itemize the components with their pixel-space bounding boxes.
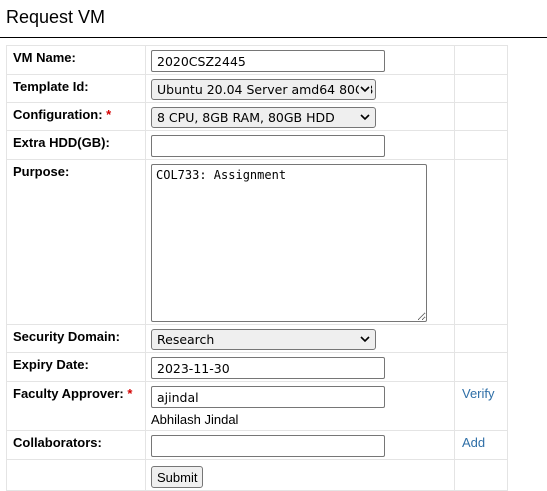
configuration-select[interactable]: 8 CPU, 8GB RAM, 80GB HDD	[151, 107, 376, 128]
template-id-cell: Ubuntu 20.04 Server amd64 80GB	[145, 74, 455, 103]
required-asterisk: *	[106, 107, 112, 122]
expiry-date-label: Expiry Date:	[6, 352, 146, 382]
template-id-action-cell	[454, 74, 508, 103]
row-purpose: Purpose: COL733: Assignment	[6, 159, 508, 325]
chevron-down-icon	[359, 81, 371, 98]
row-submit: Submit	[6, 459, 508, 491]
faculty-approver-cell: Abhilash Jindal	[145, 381, 455, 431]
security-domain-cell: Research	[145, 324, 455, 353]
security-domain-select[interactable]: Research	[151, 329, 376, 350]
collaborators-label: Collaborators:	[6, 430, 146, 460]
faculty-approver-input[interactable]	[151, 386, 385, 408]
faculty-approver-label: Faculty Approver: *	[6, 381, 146, 431]
purpose-cell: COL733: Assignment	[145, 159, 455, 325]
extra-hdd-input[interactable]	[151, 135, 385, 157]
template-id-selected-value: Ubuntu 20.04 Server amd64 80GB	[157, 82, 374, 97]
template-id-label: Template Id:	[6, 74, 146, 103]
vm-name-label: VM Name:	[6, 45, 146, 75]
expiry-date-input[interactable]	[151, 357, 385, 379]
faculty-approver-action-cell: Verify	[454, 381, 508, 431]
chevron-down-icon	[359, 331, 371, 348]
add-collaborator-link[interactable]: Add	[462, 435, 485, 450]
expiry-date-label-text: Expiry Date:	[13, 357, 89, 372]
row-collaborators: Collaborators: Add	[6, 430, 508, 460]
vm-name-action-cell	[454, 45, 508, 75]
configuration-action-cell	[454, 102, 508, 131]
vm-name-input[interactable]	[151, 50, 385, 72]
collaborators-label-text: Collaborators:	[13, 435, 102, 450]
faculty-approver-label-text: Faculty Approver:	[13, 386, 124, 401]
security-domain-action-cell	[454, 324, 508, 353]
purpose-label-text: Purpose:	[13, 164, 70, 179]
security-domain-selected-value: Research	[157, 332, 215, 347]
required-asterisk: *	[127, 386, 133, 401]
row-vm-name: VM Name:	[6, 45, 508, 75]
collaborators-input[interactable]	[151, 435, 385, 457]
collaborators-cell	[145, 430, 455, 460]
extra-hdd-cell	[145, 130, 455, 160]
row-configuration: Configuration: * 8 CPU, 8GB RAM, 80GB HD…	[6, 102, 508, 131]
submit-action-cell	[454, 459, 508, 491]
row-template-id: Template Id: Ubuntu 20.04 Server amd64 8…	[6, 74, 508, 103]
row-faculty-approver: Faculty Approver: * Abhilash Jindal Veri…	[6, 381, 508, 431]
extra-hdd-label: Extra HDD(GB):	[6, 130, 146, 160]
configuration-cell: 8 CPU, 8GB RAM, 80GB HDD	[145, 102, 455, 131]
submit-button[interactable]: Submit	[151, 466, 204, 488]
purpose-action-cell	[454, 159, 508, 325]
row-expiry-date: Expiry Date:	[6, 352, 508, 382]
extra-hdd-action-cell	[454, 130, 508, 160]
configuration-label: Configuration: *	[6, 102, 146, 131]
template-id-label-text: Template Id:	[13, 79, 89, 94]
approver-resolved-name: Abhilash Jindal	[151, 412, 239, 427]
configuration-label-text: Configuration:	[13, 107, 103, 122]
configuration-selected-value: 8 CPU, 8GB RAM, 80GB HDD	[157, 110, 335, 125]
expiry-date-action-cell	[454, 352, 508, 382]
chevron-down-icon	[359, 109, 371, 126]
row-security-domain: Security Domain: Research	[6, 324, 508, 353]
vm-name-label-text: VM Name:	[13, 50, 76, 65]
submit-cell: Submit	[145, 459, 455, 491]
template-id-select[interactable]: Ubuntu 20.04 Server amd64 80GB	[151, 79, 376, 100]
security-domain-label: Security Domain:	[6, 324, 146, 353]
row-extra-hdd: Extra HDD(GB):	[6, 130, 508, 160]
security-domain-label-text: Security Domain:	[13, 329, 120, 344]
vm-name-cell	[145, 45, 455, 75]
purpose-textarea[interactable]: COL733: Assignment	[151, 164, 427, 322]
submit-label-cell	[6, 459, 146, 491]
verify-link[interactable]: Verify	[462, 386, 495, 401]
extra-hdd-label-text: Extra HDD(GB):	[13, 135, 110, 150]
collaborators-action-cell: Add	[454, 430, 508, 460]
request-vm-form: VM Name: Template Id: Ubuntu 20.04 Serve…	[6, 45, 508, 491]
purpose-label: Purpose:	[6, 159, 146, 325]
title-divider	[0, 37, 547, 38]
expiry-date-cell	[145, 352, 455, 382]
page-title: Request VM	[6, 7, 106, 27]
